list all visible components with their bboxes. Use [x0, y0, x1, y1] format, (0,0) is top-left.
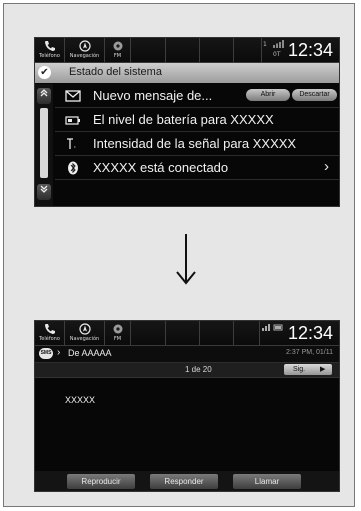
scroll-up-button[interactable] [37, 88, 51, 104]
fm-label: FM [113, 336, 122, 342]
sms-icon: SMS [39, 348, 53, 359]
chevron-right-icon: › [57, 347, 61, 358]
phone-label: Teléfono [39, 336, 60, 342]
phone-icon [35, 40, 64, 53]
message-body: XXXXX [65, 395, 96, 405]
compass-icon [65, 40, 104, 53]
sender-name: De AAAAA [68, 348, 112, 358]
system-status-screen: Teléfono Navegación FM 1 0T 12:34 ✔ Esta… [34, 37, 340, 207]
reply-button[interactable]: Responder [150, 474, 218, 489]
message-timestamp: 2:37 PM, 01/11 [286, 349, 333, 356]
antenna-icon [65, 137, 81, 151]
status-bar: Teléfono Navegación FM 12:34 [35, 321, 339, 346]
page-indicator: 1 de 20 [185, 365, 212, 374]
open-button[interactable]: Abrir [246, 89, 290, 101]
navigation-label: Navegación [69, 336, 100, 342]
compass-icon [65, 323, 104, 336]
envelope-icon [65, 89, 81, 103]
signal-icon [273, 40, 285, 50]
double-chevron-up-icon [40, 89, 48, 97]
phone-button[interactable]: Teléfono [35, 38, 65, 62]
message-header: SMS › De AAAAA 2:37 PM, 01/11 [35, 346, 339, 363]
list-item-label: XXXXX está conectado [93, 160, 229, 175]
signal-icon [262, 324, 284, 333]
clock: 12:34 [287, 40, 333, 60]
scroll-down-button[interactable] [37, 184, 51, 200]
check-icon: ✔ [38, 66, 51, 79]
radio-icon [105, 323, 130, 336]
fm-label: FM [113, 53, 122, 59]
phone-count-indicator: 1 [263, 41, 267, 48]
list-item-bluetooth[interactable]: XXXXX está conectado › [55, 156, 339, 180]
play-button[interactable]: Reproducir [67, 474, 135, 489]
scrollbar[interactable] [35, 84, 53, 206]
down-arrow-icon [176, 234, 196, 285]
empty-slot [131, 38, 166, 62]
empty-slot [199, 321, 234, 345]
status-bar: Teléfono Navegación FM 1 0T 12:34 [35, 38, 339, 63]
list-item-battery[interactable]: El nivel de batería para XXXXX [55, 108, 339, 132]
list-item-label: Nuevo mensaje de... [93, 88, 213, 103]
navigation-button[interactable]: Navegación [65, 321, 105, 345]
signal-text: 0T [273, 51, 281, 58]
figure-frame: Teléfono Navegación FM 1 0T 12:34 ✔ Esta… [3, 3, 355, 507]
navigation-label: Navegación [69, 53, 100, 59]
empty-slot [131, 321, 166, 345]
page-title: Estado del sistema [69, 66, 162, 78]
list-item-label: Intensidad de la señal para XXXXX [93, 136, 297, 151]
radio-icon [105, 40, 130, 53]
fm-button[interactable]: FM [105, 38, 131, 62]
chevron-right-icon: › [324, 158, 329, 175]
bluetooth-icon [65, 161, 81, 175]
next-message-button[interactable]: Sig. ▶ [284, 364, 332, 375]
dismiss-button[interactable]: Descartar [292, 89, 337, 101]
next-label: Sig. [293, 366, 306, 373]
navigation-button[interactable]: Navegación [65, 38, 105, 62]
empty-slot [165, 321, 200, 345]
scroll-track[interactable] [40, 108, 48, 178]
fm-button[interactable]: FM [105, 321, 131, 345]
play-arrow-icon: ▶ [320, 366, 326, 373]
phone-label: Teléfono [39, 53, 60, 59]
call-button[interactable]: Llamar [233, 474, 301, 489]
pagination-bar: 1 de 20 Sig. ▶ [35, 363, 339, 378]
message-detail-screen: Teléfono Navegación FM 12:34 SMS › De AA… [34, 320, 340, 492]
empty-slot [233, 321, 260, 345]
phone-icon [35, 323, 64, 336]
system-status-title-bar: ✔ Estado del sistema [35, 63, 339, 83]
phone-button[interactable]: Teléfono [35, 321, 65, 345]
empty-slot [233, 38, 262, 62]
empty-slot [199, 38, 234, 62]
battery-icon [65, 113, 81, 127]
list-item-signal[interactable]: Intensidad de la señal para XXXXX [55, 132, 339, 156]
clock: 12:34 [287, 323, 333, 343]
list-item-new-message[interactable]: Nuevo mensaje de... Abrir Descartar [55, 84, 339, 108]
list-item-label: El nivel de batería para XXXXX [93, 112, 274, 127]
empty-slot [165, 38, 200, 62]
action-bar: Reproducir Responder Llamar [35, 471, 339, 491]
double-chevron-down-icon [40, 185, 48, 193]
